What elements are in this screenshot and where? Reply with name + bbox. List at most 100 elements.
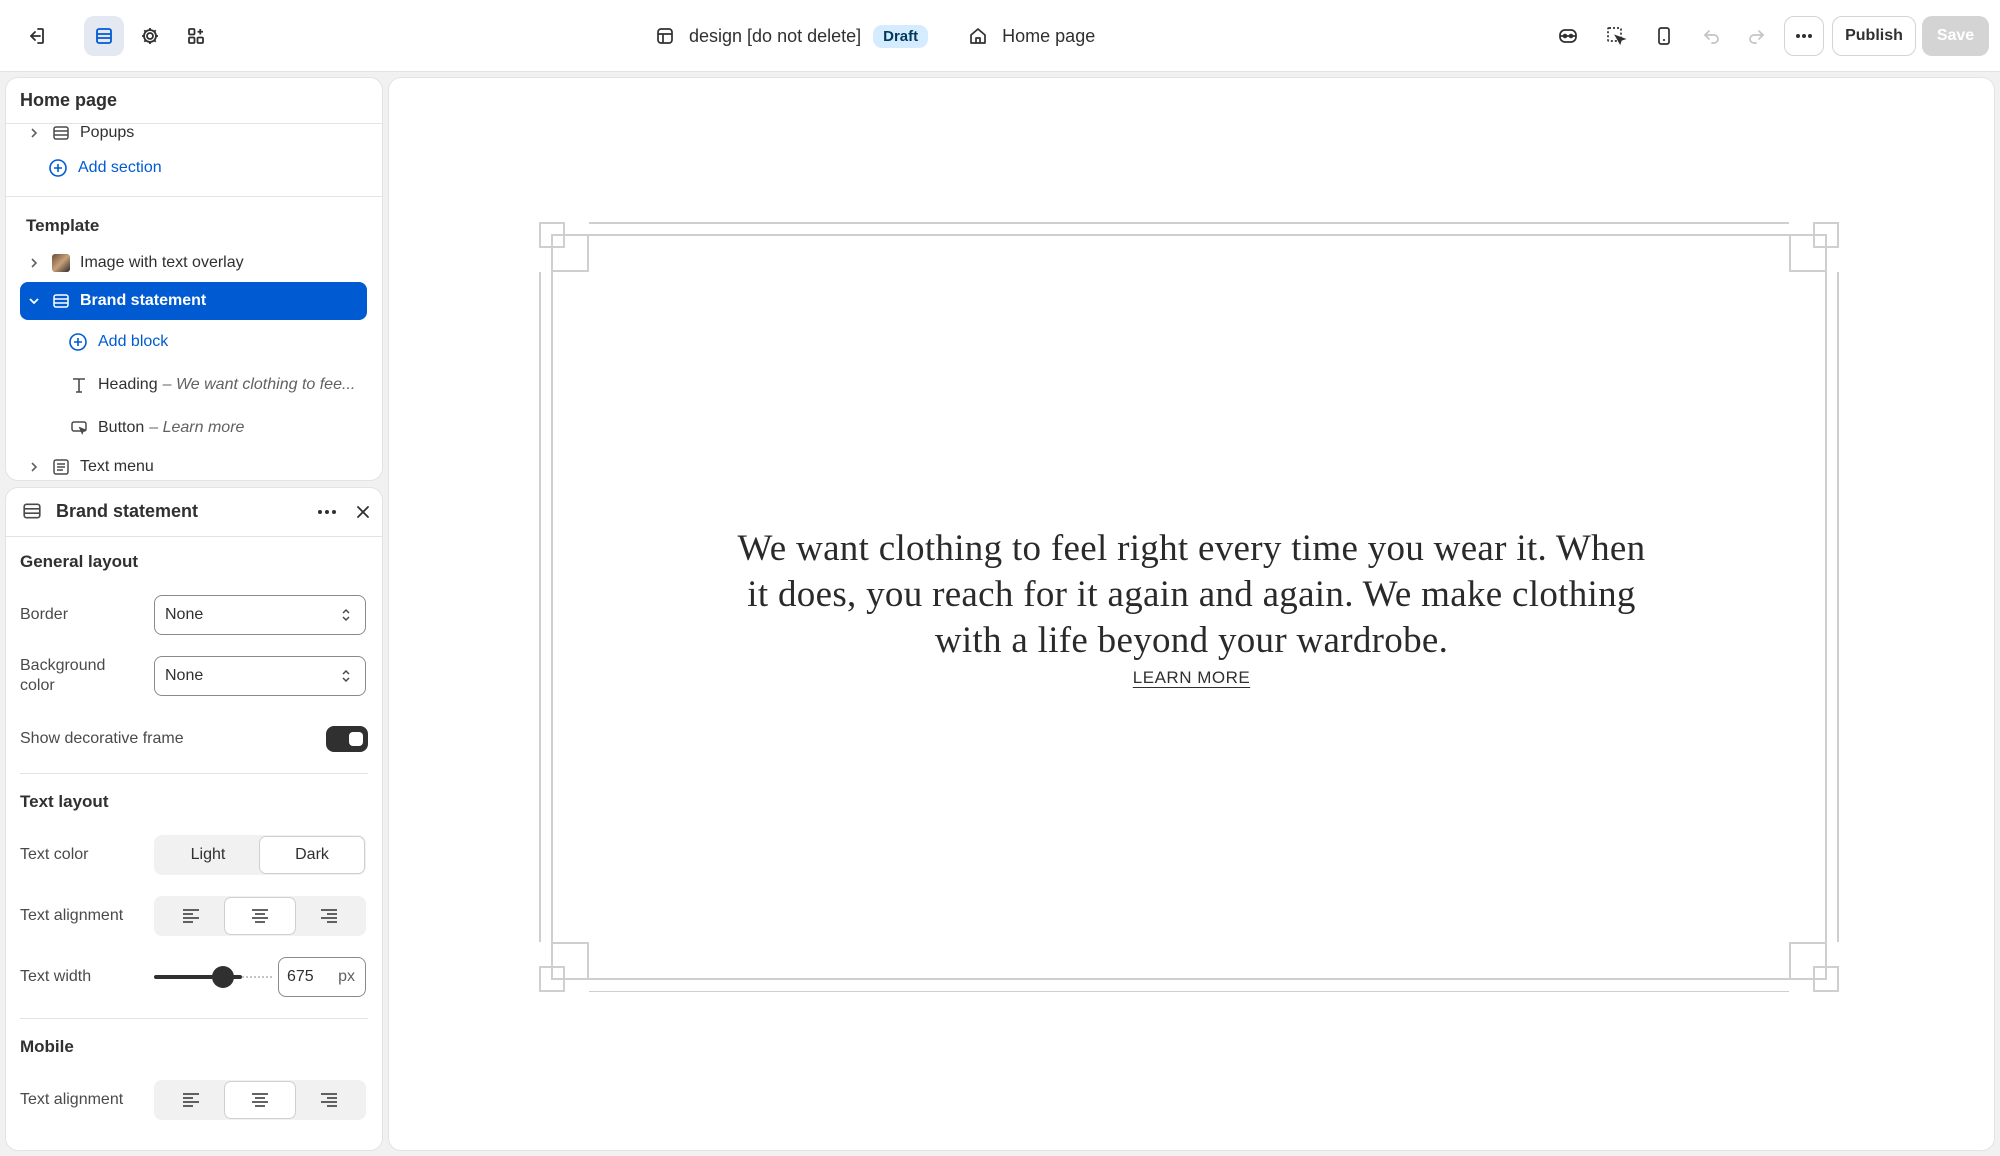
decorative-frame-toggle[interactable] xyxy=(326,726,368,752)
plus-circle-icon xyxy=(68,332,88,352)
status-badge: Draft xyxy=(873,24,929,48)
add-section-button[interactable]: Add section xyxy=(48,153,162,183)
learn-more-link[interactable]: LEARN MORE xyxy=(1089,668,1294,688)
text-color-label: Text color xyxy=(20,846,89,863)
current-page-label: Home page xyxy=(1002,25,1096,46)
align-right-icon[interactable] xyxy=(295,1082,364,1118)
section-icon xyxy=(52,124,70,142)
bg-value: None xyxy=(165,667,204,684)
text-width-unit: px xyxy=(338,968,355,985)
text-section-icon xyxy=(52,458,70,476)
divider xyxy=(6,196,382,197)
tree-item-label: Image with text overlay xyxy=(80,254,244,271)
add-block-label: Add block xyxy=(98,333,169,350)
text-width-input[interactable]: 675 px xyxy=(278,957,366,997)
block-value: – Learn more xyxy=(149,419,245,436)
publish-button[interactable]: Publish xyxy=(1832,16,1916,56)
divider xyxy=(20,1018,368,1019)
block-heading[interactable]: Heading – We want clothing to fee... xyxy=(70,370,355,400)
align-right-icon[interactable] xyxy=(295,898,364,934)
section-icon xyxy=(22,501,42,521)
border-select[interactable]: None xyxy=(154,595,366,635)
section-settings-panel: Brand statement General layout Border No… xyxy=(6,488,382,1150)
decorative-frame-label: Show decorative frame xyxy=(20,730,184,747)
mobile-text-alignment-segmented[interactable] xyxy=(154,1080,366,1120)
top-bar: design [do not delete] Draft Home page P… xyxy=(0,0,2000,72)
text-width-slider-thumb[interactable] xyxy=(212,966,234,988)
store-preview: We want clothing to feel right every tim… xyxy=(389,78,1994,1150)
background-color-label: Background color xyxy=(20,656,105,696)
image-thumbnail xyxy=(52,254,70,272)
title-bar: design [do not delete] Draft Home page xyxy=(655,20,1095,52)
theme-icon xyxy=(655,26,675,46)
general-layout-heading: General layout xyxy=(20,552,139,571)
gear-icon[interactable] xyxy=(130,16,170,56)
chevron-right-icon[interactable] xyxy=(28,127,40,139)
tree-item-label: Text menu xyxy=(80,458,154,475)
align-left-icon[interactable] xyxy=(156,898,225,934)
page-selector[interactable]: Home page xyxy=(968,26,1095,47)
block-type: Heading xyxy=(98,376,158,393)
button-icon xyxy=(70,419,88,437)
border-label: Border xyxy=(20,606,69,623)
select-element-icon[interactable] xyxy=(1596,16,1636,56)
save-button[interactable]: Save xyxy=(1922,16,1989,56)
mobile-preview-icon[interactable] xyxy=(1644,16,1684,56)
more-actions-icon[interactable] xyxy=(1784,16,1824,56)
chevron-right-icon[interactable] xyxy=(28,257,40,269)
slider-rest xyxy=(242,976,272,978)
chevron-right-icon[interactable] xyxy=(28,461,40,473)
exit-icon[interactable] xyxy=(16,16,56,56)
panel-title: Home page xyxy=(20,90,118,110)
inspector-icon[interactable] xyxy=(1548,16,1588,56)
section-icon xyxy=(52,292,70,310)
text-icon xyxy=(70,376,88,394)
text-color-light[interactable]: Light xyxy=(156,837,260,873)
add-block-button[interactable]: Add block xyxy=(68,327,168,357)
brand-statement-heading[interactable]: We want clothing to feel right every tim… xyxy=(729,526,1654,664)
tree-item-popups[interactable]: Popups xyxy=(28,118,134,148)
theme-name[interactable]: design [do not delete] xyxy=(689,26,861,47)
align-left-icon[interactable] xyxy=(156,1082,225,1118)
select-arrows-icon xyxy=(339,667,353,685)
text-alignment-segmented[interactable] xyxy=(154,896,366,936)
text-alignment-label: Text alignment xyxy=(20,907,124,924)
tree-item-label: Popups xyxy=(80,124,135,141)
more-options-icon[interactable] xyxy=(316,502,338,522)
close-icon[interactable] xyxy=(354,503,372,521)
background-color-select[interactable]: None xyxy=(154,656,366,696)
label-line: Background xyxy=(20,657,106,674)
border-value: None xyxy=(165,606,204,623)
text-color-segmented[interactable]: Light Dark xyxy=(154,835,366,875)
undo-icon[interactable] xyxy=(1692,16,1732,56)
redo-icon[interactable] xyxy=(1736,16,1776,56)
divider xyxy=(6,536,382,537)
plus-circle-icon xyxy=(48,158,68,178)
text-color-dark[interactable]: Dark xyxy=(260,837,364,873)
label-line: color xyxy=(20,677,55,694)
align-center-icon[interactable] xyxy=(225,1082,295,1118)
select-arrows-icon xyxy=(339,606,353,624)
home-icon xyxy=(968,26,988,46)
chevron-down-icon[interactable] xyxy=(28,295,40,307)
apps-icon[interactable] xyxy=(176,16,216,56)
add-section-label: Add section xyxy=(78,159,162,176)
tree-item-brand-statement[interactable]: Brand statement xyxy=(20,282,367,320)
sections-icon[interactable] xyxy=(84,16,124,56)
block-button[interactable]: Button – Learn more xyxy=(70,413,244,443)
template-heading: Template xyxy=(26,216,100,235)
divider xyxy=(20,773,368,774)
block-value: – We want clothing to fee... xyxy=(162,376,356,393)
tree-item-image-with-text-overlay[interactable]: Image with text overlay xyxy=(28,248,244,278)
mobile-heading: Mobile xyxy=(20,1037,74,1056)
mobile-text-alignment-label: Text alignment xyxy=(20,1091,124,1108)
text-layout-heading: Text layout xyxy=(20,792,109,811)
text-width-value: 675 xyxy=(287,968,314,985)
settings-title: Brand statement xyxy=(56,501,199,521)
tree-item-text-menu[interactable]: Text menu xyxy=(28,452,154,480)
block-type: Button xyxy=(98,419,145,436)
text-width-label: Text width xyxy=(20,968,92,985)
tree-item-label: Brand statement xyxy=(80,292,207,309)
section-tree-panel: Home page Popups Add section Template Im… xyxy=(6,78,382,480)
align-center-icon[interactable] xyxy=(225,898,295,934)
